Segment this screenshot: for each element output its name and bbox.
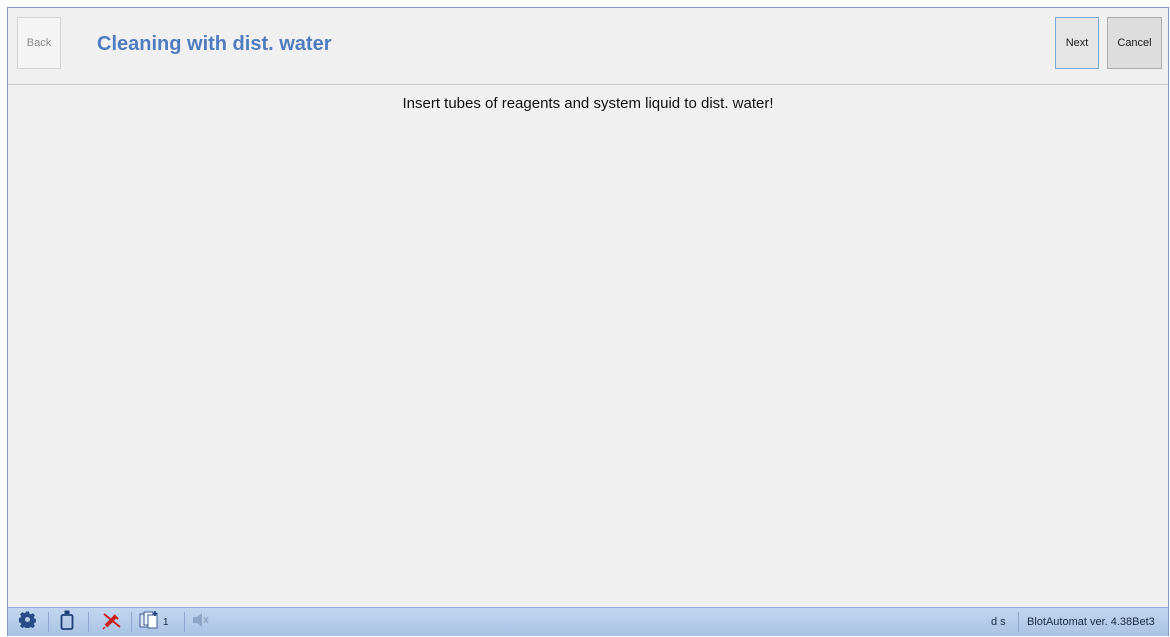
cancel-button[interactable]: Cancel (1107, 17, 1162, 69)
speaker-muted-icon (192, 612, 210, 633)
copies-count: 1 (163, 616, 169, 628)
next-button[interactable]: Next (1055, 17, 1099, 69)
instruction-message: Insert tubes of reagents and system liqu… (402, 95, 774, 112)
syringe-status-item[interactable] (102, 608, 122, 636)
status-separator (131, 612, 132, 632)
header-bar: Back Cleaning with dist. water Next Canc… (8, 8, 1168, 85)
copies-status-item[interactable]: 1 (139, 608, 169, 636)
bottle-icon (60, 610, 74, 635)
gear-icon (18, 611, 37, 633)
reagent-status-item[interactable] (60, 608, 74, 636)
settings-status-item[interactable] (18, 608, 37, 636)
copies-icon (139, 610, 161, 635)
version-text: BlotAutomat ver. 4.38Bet3 (1027, 616, 1155, 628)
status-separator (48, 612, 49, 632)
user-indicator: d s (991, 608, 1006, 636)
status-separator (184, 612, 185, 632)
main-window: Back Cleaning with dist. water Next Canc… (7, 7, 1169, 636)
syringe-disabled-icon (102, 610, 122, 635)
user-initials: d s (991, 616, 1006, 628)
status-bar: 1 d s BlotAutomat ver. 4.38Bet3 (8, 607, 1168, 636)
version-indicator: BlotAutomat ver. 4.38Bet3 (1027, 608, 1155, 636)
status-separator (88, 612, 89, 632)
status-separator (1018, 612, 1019, 632)
sound-status-item[interactable] (192, 608, 210, 636)
back-button[interactable]: Back (17, 17, 61, 69)
page-title: Cleaning with dist. water (97, 33, 332, 55)
